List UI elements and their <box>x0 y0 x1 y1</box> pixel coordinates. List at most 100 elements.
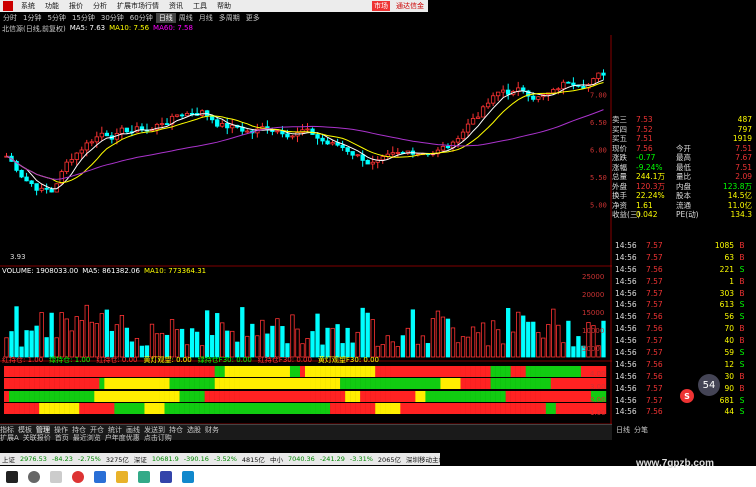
indicator-cell <box>249 403 256 414</box>
menu-item-function[interactable]: 功能 <box>40 1 64 11</box>
search-icon[interactable] <box>28 470 40 483</box>
indicator-cell <box>184 391 190 402</box>
indicator-cell <box>179 366 185 377</box>
task-view-icon[interactable] <box>50 470 62 483</box>
menu-item-extended-market[interactable]: 扩展市场行情 <box>112 1 164 11</box>
indicator-cell <box>445 378 451 389</box>
indicator-cell <box>244 391 251 402</box>
indicator-cell <box>560 366 567 377</box>
ind-legend-3: 黄灯观望: 0.00 <box>143 356 192 364</box>
side-tab-ticks[interactable]: 分笔 <box>634 425 648 439</box>
menu-item-tools[interactable]: 工具 <box>188 1 212 11</box>
candle <box>480 104 486 118</box>
period-tab-more[interactable]: 更多 <box>243 13 263 23</box>
indicator-cell <box>415 366 421 377</box>
menu-item-help[interactable]: 帮助 <box>212 1 236 11</box>
indicator-cell <box>325 366 331 377</box>
indicator-cell <box>425 378 431 389</box>
period-tab-multi[interactable]: 多周期 <box>216 13 243 23</box>
indicator-cell <box>89 403 95 414</box>
ext-tab-0[interactable]: 扩展A <box>0 433 19 443</box>
menu-item-system[interactable]: 系统 <box>16 1 40 11</box>
indicator-cell <box>44 391 50 402</box>
indicator-cell <box>320 403 326 414</box>
index-pct: -3.31% <box>349 455 373 463</box>
indicator-cell <box>335 391 341 402</box>
period-tab-15min[interactable]: 15分钟 <box>69 13 98 23</box>
side-tab-daily[interactable]: 日线 <box>616 425 630 439</box>
indicator-cell <box>169 366 175 377</box>
ext-tab-1[interactable]: 关联报价 <box>23 433 51 443</box>
tick-volume: 63 <box>724 252 734 262</box>
edge-icon[interactable] <box>94 470 106 483</box>
indicator-cell <box>520 391 526 402</box>
volume-bar <box>24 330 29 358</box>
candle <box>596 72 601 82</box>
indicator-cell <box>350 391 356 402</box>
index-amount: 3275亿 <box>105 456 129 464</box>
ext-tab-3[interactable]: 最近浏览 <box>73 433 101 443</box>
start-icon[interactable] <box>6 470 18 483</box>
candle <box>89 139 94 147</box>
app-icon[interactable] <box>138 470 150 483</box>
menu-item-quote[interactable]: 报价 <box>64 1 88 11</box>
volume-bar <box>310 331 315 358</box>
tick-side: B <box>739 241 745 250</box>
timer-badge[interactable]: 54 <box>698 374 720 396</box>
app2-icon[interactable] <box>160 470 172 483</box>
indicator-cell <box>289 378 296 389</box>
volume-bar <box>556 324 561 358</box>
indicator-cell <box>410 366 416 377</box>
indicator-cell <box>244 403 251 414</box>
menu-item-analysis[interactable]: 分析 <box>88 1 112 11</box>
ext-tab-4[interactable]: 户年度优惠 <box>105 433 140 443</box>
bottom-tab-10[interactable]: 选股 <box>187 425 201 435</box>
candle <box>179 113 185 119</box>
volume-bar <box>315 313 320 358</box>
indicator-cell <box>284 403 291 414</box>
candle <box>34 183 39 196</box>
indicator-cell <box>204 403 210 414</box>
candle <box>24 172 29 182</box>
volume-bar <box>335 324 340 358</box>
browser-icon[interactable] <box>72 470 84 483</box>
kline-chart[interactable]: 7.006.506.005.505.003.934.07250002000015… <box>0 35 612 425</box>
indicator-cell <box>184 366 190 377</box>
ind-legend-0: 红持仓: 1.00 <box>2 356 44 364</box>
candle <box>139 123 145 133</box>
volume-bar <box>440 316 446 358</box>
indicator-cell <box>64 378 70 389</box>
volume-bar <box>385 335 390 358</box>
period-tab-weekly[interactable]: 周线 <box>176 13 196 23</box>
indicator-cell <box>44 366 50 377</box>
candle <box>210 115 215 124</box>
folder-icon[interactable] <box>116 470 128 483</box>
period-tab-intraday[interactable]: 分时 <box>0 13 20 23</box>
app3-icon[interactable] <box>182 470 194 483</box>
volume-bar <box>69 330 74 358</box>
candle <box>164 118 170 126</box>
menu-item-news[interactable]: 资讯 <box>164 1 188 11</box>
tick-price: 7.56 <box>646 359 663 369</box>
tick-volume: 59 <box>724 348 734 358</box>
period-tab-1min[interactable]: 1分钟 <box>20 13 44 23</box>
ext-tab-2[interactable]: 首页 <box>55 433 69 443</box>
indicator-cell <box>325 403 331 414</box>
indicator-cell <box>269 403 276 414</box>
period-tab-5min[interactable]: 5分钟 <box>44 13 68 23</box>
volume-bar <box>325 327 330 358</box>
indicator-cell <box>495 403 501 414</box>
indicator-cell <box>144 403 150 414</box>
indicator-cell <box>49 366 55 377</box>
market-tag[interactable]: 市场 <box>372 1 390 11</box>
period-tab-monthly[interactable]: 月线 <box>196 13 216 23</box>
indicator-cell <box>299 366 306 377</box>
indicator-cell <box>39 366 45 377</box>
ext-tab-5[interactable]: 点击订购 <box>144 433 172 443</box>
period-tab-60min[interactable]: 60分钟 <box>127 13 156 23</box>
indicator-cell <box>555 366 562 377</box>
bottom-tab-11[interactable]: 财务 <box>205 425 219 435</box>
s-badge-icon[interactable]: S <box>680 389 694 403</box>
period-tab-30min[interactable]: 30分钟 <box>98 13 127 23</box>
period-tab-daily[interactable]: 日线 <box>155 13 176 23</box>
